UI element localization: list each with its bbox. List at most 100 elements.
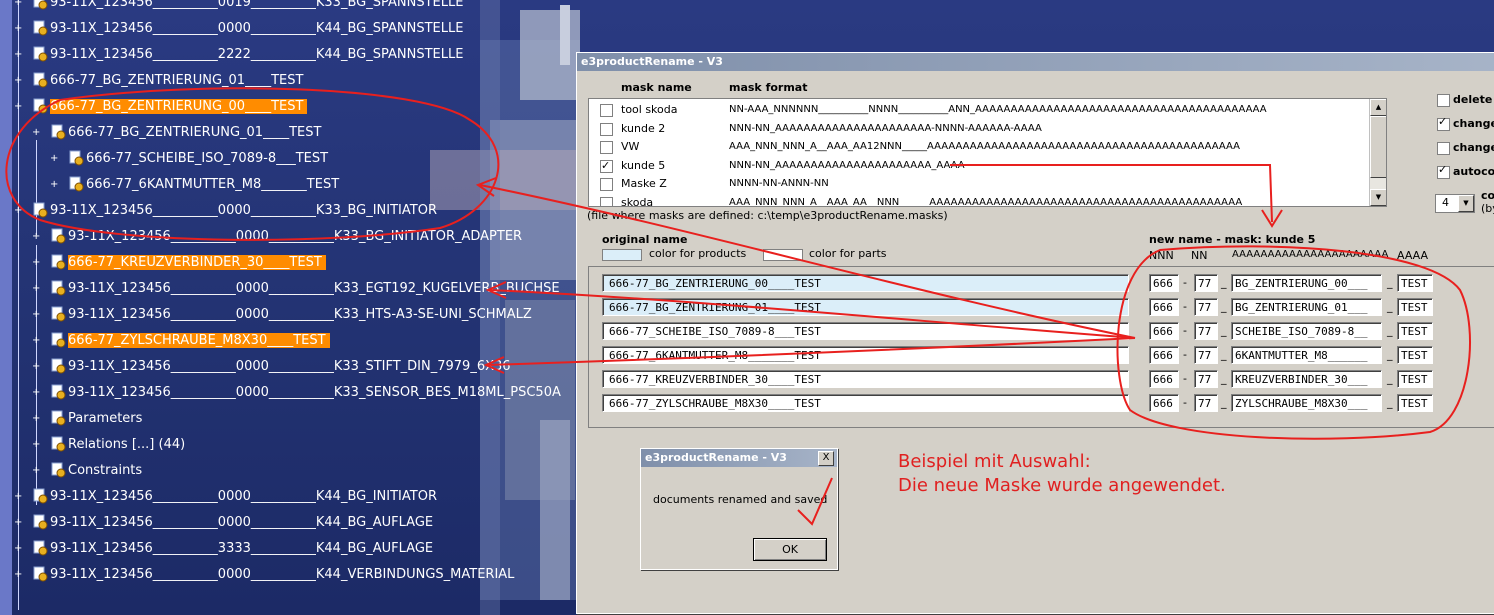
checkbox-box[interactable]: [1437, 163, 1450, 179]
expand-icon[interactable]: +: [32, 466, 41, 476]
expand-icon[interactable]: +: [32, 414, 41, 424]
tree-node[interactable]: +666-77_KREUZVERBINDER_30____TEST: [32, 250, 326, 276]
segment-nnn-field[interactable]: 666: [1149, 322, 1179, 340]
segment-suffix-field[interactable]: TEST: [1397, 322, 1433, 340]
color-products-swatch[interactable]: [602, 249, 642, 261]
mask-checkbox[interactable]: [600, 157, 613, 175]
segment-nn-field[interactable]: 77: [1194, 298, 1218, 316]
segment-nn-field[interactable]: 77: [1194, 394, 1218, 412]
expand-icon[interactable]: +: [14, 76, 23, 86]
original-name-field[interactable]: 666-77_KREUZVERBINDER_30____TEST: [602, 370, 1129, 388]
segment-nnn-field[interactable]: 666: [1149, 346, 1179, 364]
tree-node[interactable]: +93-11X_123456__________3333__________K4…: [14, 536, 433, 562]
scroll-up-icon[interactable]: ▲: [1370, 99, 1386, 116]
tree-node[interactable]: + Constraints: [32, 458, 142, 484]
segment-text-field[interactable]: BG_ZENTRIERUNG_01___: [1231, 298, 1382, 316]
expand-icon[interactable]: +: [14, 570, 23, 580]
tree-node[interactable]: +93-11X_123456__________0019__________K3…: [14, 0, 463, 16]
expand-icon[interactable]: +: [50, 154, 59, 164]
chevron-down-icon[interactable]: ▼: [1458, 195, 1474, 212]
expand-icon[interactable]: +: [14, 492, 23, 502]
segment-nnn-field[interactable]: 666: [1149, 298, 1179, 316]
tree-node[interactable]: +93-11X_123456__________2222__________K4…: [14, 42, 463, 68]
tree-node[interactable]: +666-77_BG_ZENTRIERUNG_01____TEST: [14, 68, 303, 94]
original-name-field[interactable]: 666-77_ZYLSCHRAUBE_M8X30____TEST: [602, 394, 1129, 412]
segment-text-field[interactable]: SCHEIBE_ISO_7089-8__: [1231, 322, 1382, 340]
tree-node[interactable]: +93-11X_123456__________0000__________K3…: [32, 302, 532, 328]
expand-icon[interactable]: +: [14, 544, 23, 554]
expand-icon[interactable]: +: [14, 102, 23, 112]
expand-icon[interactable]: +: [14, 24, 23, 34]
ok-button[interactable]: OK: [753, 538, 827, 561]
tree-node[interactable]: +93-11X_123456__________0000__________K4…: [14, 484, 437, 510]
mask-checkbox[interactable]: [600, 122, 613, 136]
mask-row[interactable]: Maske Z NNNN-NN-ANNN-NN: [589, 175, 1369, 193]
tree-node[interactable]: +93-11X_123456__________0000__________K4…: [14, 562, 514, 588]
mask-checkbox[interactable]: [600, 141, 613, 154]
tree-node[interactable]: + Relations [...] (44): [32, 432, 185, 458]
mask-list-scrollbar[interactable]: ▲ ▼: [1369, 99, 1386, 206]
mask-row[interactable]: kunde 2 NNN-NN_AAAAAAAAAAAAAAAAAAAAAA-NNN…: [589, 120, 1369, 138]
mask-row[interactable]: tool skoda NN-AAA_NNNNNN__________NNNN___…: [589, 101, 1369, 119]
scroll-down-icon[interactable]: ▼: [1370, 189, 1386, 206]
segment-suffix-field[interactable]: TEST: [1397, 298, 1433, 316]
tree-node[interactable]: +666-77_BG_ZENTRIERUNG_00____TEST: [14, 94, 308, 120]
mask-checkbox[interactable]: [600, 178, 613, 191]
expand-icon[interactable]: +: [32, 310, 41, 320]
original-name-field[interactable]: 666-77_SCHEIBE_ISO_7089-8___TEST: [602, 322, 1129, 340]
color-parts-swatch[interactable]: [763, 249, 803, 261]
original-name-field[interactable]: 666-77_BG_ZENTRIERUNG_00____TEST: [602, 274, 1129, 292]
segment-text-field[interactable]: KREUZVERBINDER_30___: [1231, 370, 1382, 388]
segment-suffix-field[interactable]: TEST: [1397, 274, 1433, 292]
expand-icon[interactable]: +: [14, 206, 23, 216]
segment-suffix-field[interactable]: TEST: [1397, 346, 1433, 364]
expand-icon[interactable]: +: [50, 180, 59, 190]
expand-icon[interactable]: +: [32, 258, 41, 268]
checkbox-box[interactable]: [1437, 115, 1450, 131]
segment-suffix-field[interactable]: TEST: [1397, 370, 1433, 388]
checkbox-box[interactable]: [1437, 94, 1450, 107]
scroll-thumb[interactable]: [1370, 116, 1386, 178]
expand-icon[interactable]: +: [32, 388, 41, 398]
expand-icon[interactable]: +: [32, 284, 41, 294]
mask-checkbox[interactable]: [600, 104, 613, 117]
original-name-field[interactable]: 666-77_6KANTMUTTER_M8_______TEST: [602, 346, 1129, 364]
mask-list[interactable]: tool skoda NN-AAA_NNNNNN__________NNNN___…: [588, 98, 1387, 207]
expand-icon[interactable]: +: [32, 440, 41, 450]
tree-node[interactable]: +666-77_SCHEIBE_ISO_7089-8___TEST: [50, 146, 328, 172]
mask-checkbox[interactable]: [600, 196, 613, 206]
tree-node[interactable]: +666-77_ZYLSCHRAUBE_M8X30____TEST: [32, 328, 330, 354]
segment-text-field[interactable]: 6KANTMUTTER_M8______: [1231, 346, 1382, 364]
tree-node[interactable]: +93-11X_123456__________0000__________K3…: [32, 224, 522, 250]
expand-icon[interactable]: +: [14, 518, 23, 528]
segment-text-field[interactable]: BG_ZENTRIERUNG_00___: [1231, 274, 1382, 292]
tree-node[interactable]: +93-11X_123456__________0000__________K3…: [32, 354, 511, 380]
expand-icon[interactable]: +: [32, 232, 41, 242]
expand-icon[interactable]: +: [32, 362, 41, 372]
tree-node[interactable]: +93-11X_123456__________0000__________K4…: [14, 510, 433, 536]
expand-icon[interactable]: +: [32, 128, 41, 138]
tree-node[interactable]: + Parameters: [32, 406, 142, 432]
tree-node[interactable]: +666-77_6KANTMUTTER_M8_______TEST: [50, 172, 339, 198]
segment-nn-field[interactable]: 77: [1194, 346, 1218, 364]
expand-icon[interactable]: +: [32, 336, 41, 346]
mask-row[interactable]: skoda AAA_NNN_NNN_A__AAA_AA__NNN______AAA…: [589, 194, 1369, 206]
checkbox-box[interactable]: [1437, 142, 1450, 155]
counter-combo[interactable]: 4 ▼: [1435, 194, 1475, 213]
segment-text-field[interactable]: ZYLSCHRAUBE_M8X30___: [1231, 394, 1382, 412]
segment-suffix-field[interactable]: TEST: [1397, 394, 1433, 412]
segment-nn-field[interactable]: 77: [1194, 370, 1218, 388]
tree-node[interactable]: +666-77_BG_ZENTRIERUNG_01____TEST: [32, 120, 321, 146]
segment-nn-field[interactable]: 77: [1194, 274, 1218, 292]
segment-nnn-field[interactable]: 666: [1149, 394, 1179, 412]
tree-node[interactable]: +93-11X_123456__________0000__________K3…: [32, 380, 561, 406]
segment-nn-field[interactable]: 77: [1194, 322, 1218, 340]
mask-row[interactable]: VW AAA_NNN_NNN_A__AAA_AA12NNN_____AAAAAAA…: [589, 138, 1369, 156]
tree-node[interactable]: +93-11X_123456__________0000__________K3…: [32, 276, 560, 302]
close-icon[interactable]: X: [818, 451, 834, 466]
segment-nnn-field[interactable]: 666: [1149, 274, 1179, 292]
expand-icon[interactable]: +: [14, 0, 23, 8]
expand-icon[interactable]: +: [14, 50, 23, 60]
tree-node[interactable]: +93-11X_123456__________0000__________K4…: [14, 16, 463, 42]
segment-nnn-field[interactable]: 666: [1149, 370, 1179, 388]
